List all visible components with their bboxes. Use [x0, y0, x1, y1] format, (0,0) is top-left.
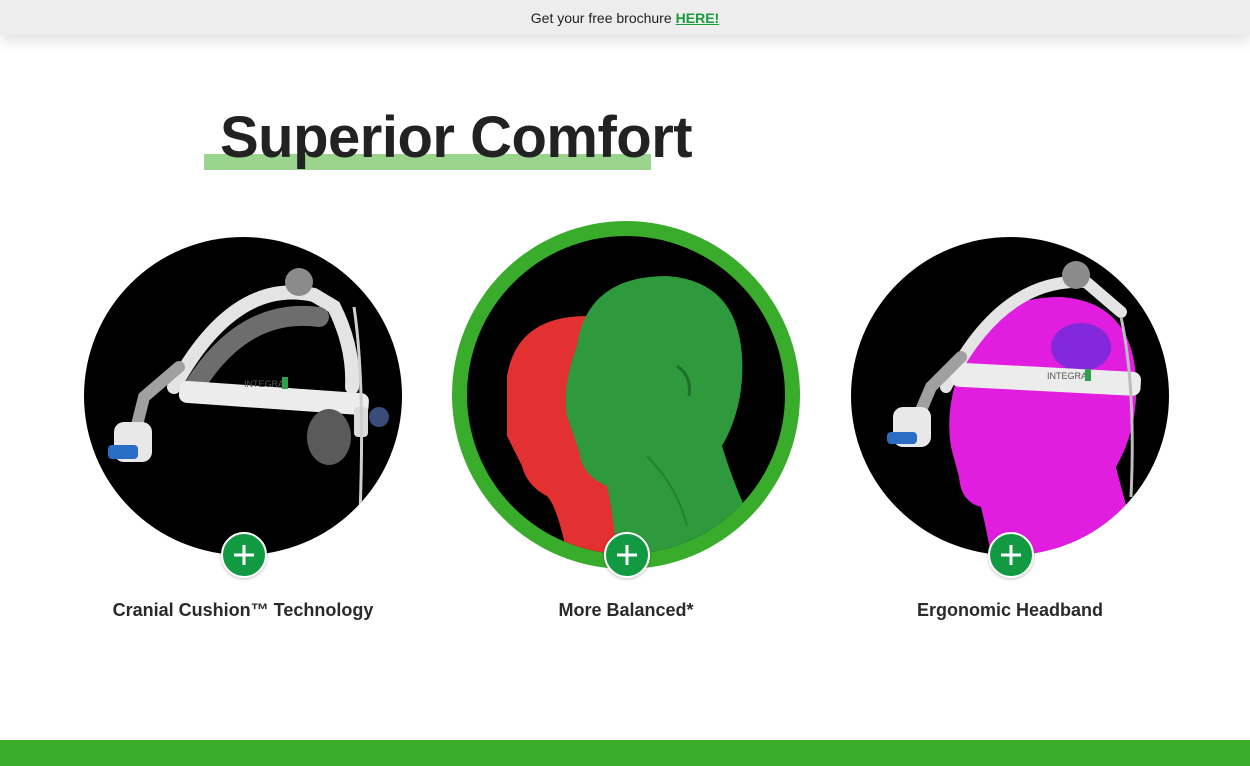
plus-icon [617, 545, 637, 565]
headlight-image: INTEGRA [84, 237, 402, 555]
feature-card-more-balanced[interactable]: More Balanced* [446, 0, 806, 640]
headband-image: INTEGRA [851, 237, 1169, 555]
card-label: More Balanced* [558, 600, 694, 620]
expand-button[interactable] [221, 532, 267, 578]
feature-card-cranial-cushion[interactable]: INTEGRA Cranial Cushion™ Technology [63, 0, 423, 640]
brochure-link[interactable]: HERE! [676, 10, 720, 26]
plus-icon [1001, 545, 1021, 565]
footer-band [0, 740, 1250, 766]
promo-bar: Get your free brochure HERE! [0, 0, 1250, 35]
expand-button[interactable] [988, 532, 1034, 578]
promo-text: Get your free brochure [530, 9, 672, 26]
card-label: Ergonomic Headband [916, 600, 1104, 620]
brand-logo: INTEGRA [244, 379, 284, 389]
active-ring [452, 221, 800, 569]
card-label: Cranial Cushion™ Technology [112, 600, 374, 620]
balance-image [467, 236, 785, 554]
brand-logo: INTEGRA [1047, 371, 1087, 381]
plus-icon [234, 545, 254, 565]
feature-card-ergonomic-headband[interactable]: INTEGRA Ergonomic Headband [830, 0, 1190, 640]
expand-button[interactable] [604, 532, 650, 578]
